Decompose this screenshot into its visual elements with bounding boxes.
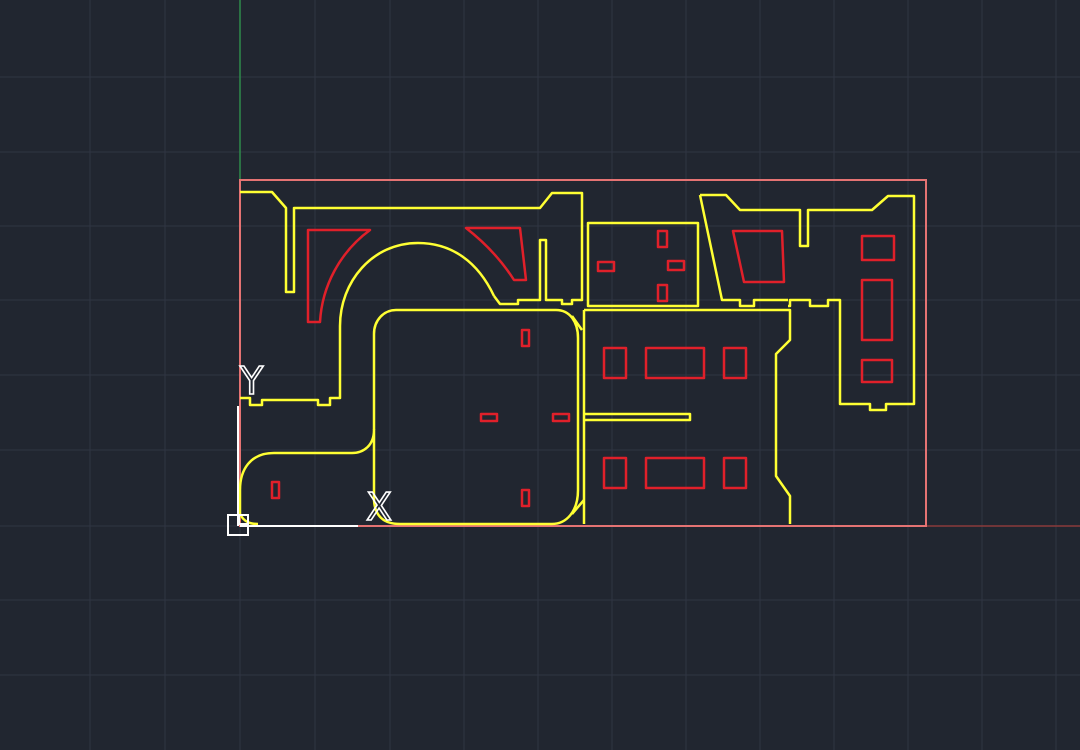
- grid: [0, 0, 1080, 750]
- fixture-trapezoid[interactable]: [731, 229, 786, 284]
- drawing[interactable]: [238, 179, 927, 527]
- walls-layer[interactable]: [238, 190, 916, 526]
- fixture-small-4[interactable]: [656, 283, 669, 303]
- fixture-small-3[interactable]: [666, 259, 686, 272]
- fixture-left-small[interactable]: [270, 480, 281, 500]
- wall-lower-right-room[interactable]: [584, 308, 792, 524]
- ucs-icon: [227, 406, 358, 536]
- table-bottom-right[interactable]: [722, 456, 748, 490]
- table-top-right[interactable]: [722, 346, 748, 380]
- drawing-viewport[interactable]: X Y: [0, 0, 1080, 750]
- wall-curved-corridor[interactable]: [240, 241, 496, 407]
- fixture-curved-right[interactable]: [464, 226, 528, 282]
- wall-partition[interactable]: [582, 310, 692, 524]
- table-top-center[interactable]: [644, 346, 706, 380]
- fixture-right-1[interactable]: [860, 234, 896, 262]
- fixture-small-1[interactable]: [656, 229, 669, 249]
- wall-central-room[interactable]: [238, 308, 580, 526]
- wall-right-diagonal[interactable]: [698, 194, 788, 308]
- fixture-center-1[interactable]: [520, 328, 531, 348]
- wall-small-room[interactable]: [586, 221, 700, 308]
- table-bottom-center[interactable]: [644, 456, 706, 490]
- wall-upper-left[interactable]: [240, 190, 584, 306]
- fixture-center-3[interactable]: [551, 412, 571, 423]
- fixture-right-3[interactable]: [860, 358, 894, 384]
- fixture-right-2[interactable]: [860, 278, 894, 342]
- ucs-x-label: X: [366, 485, 392, 529]
- fixture-curved-left[interactable]: [306, 228, 372, 324]
- table-bottom-left[interactable]: [602, 456, 628, 490]
- wall-central-room-left[interactable]: [372, 308, 397, 430]
- fixture-center-4[interactable]: [520, 488, 531, 508]
- table-top-left[interactable]: [602, 346, 628, 380]
- ucs-y-label: Y: [239, 359, 264, 403]
- fixture-center-2[interactable]: [479, 412, 499, 423]
